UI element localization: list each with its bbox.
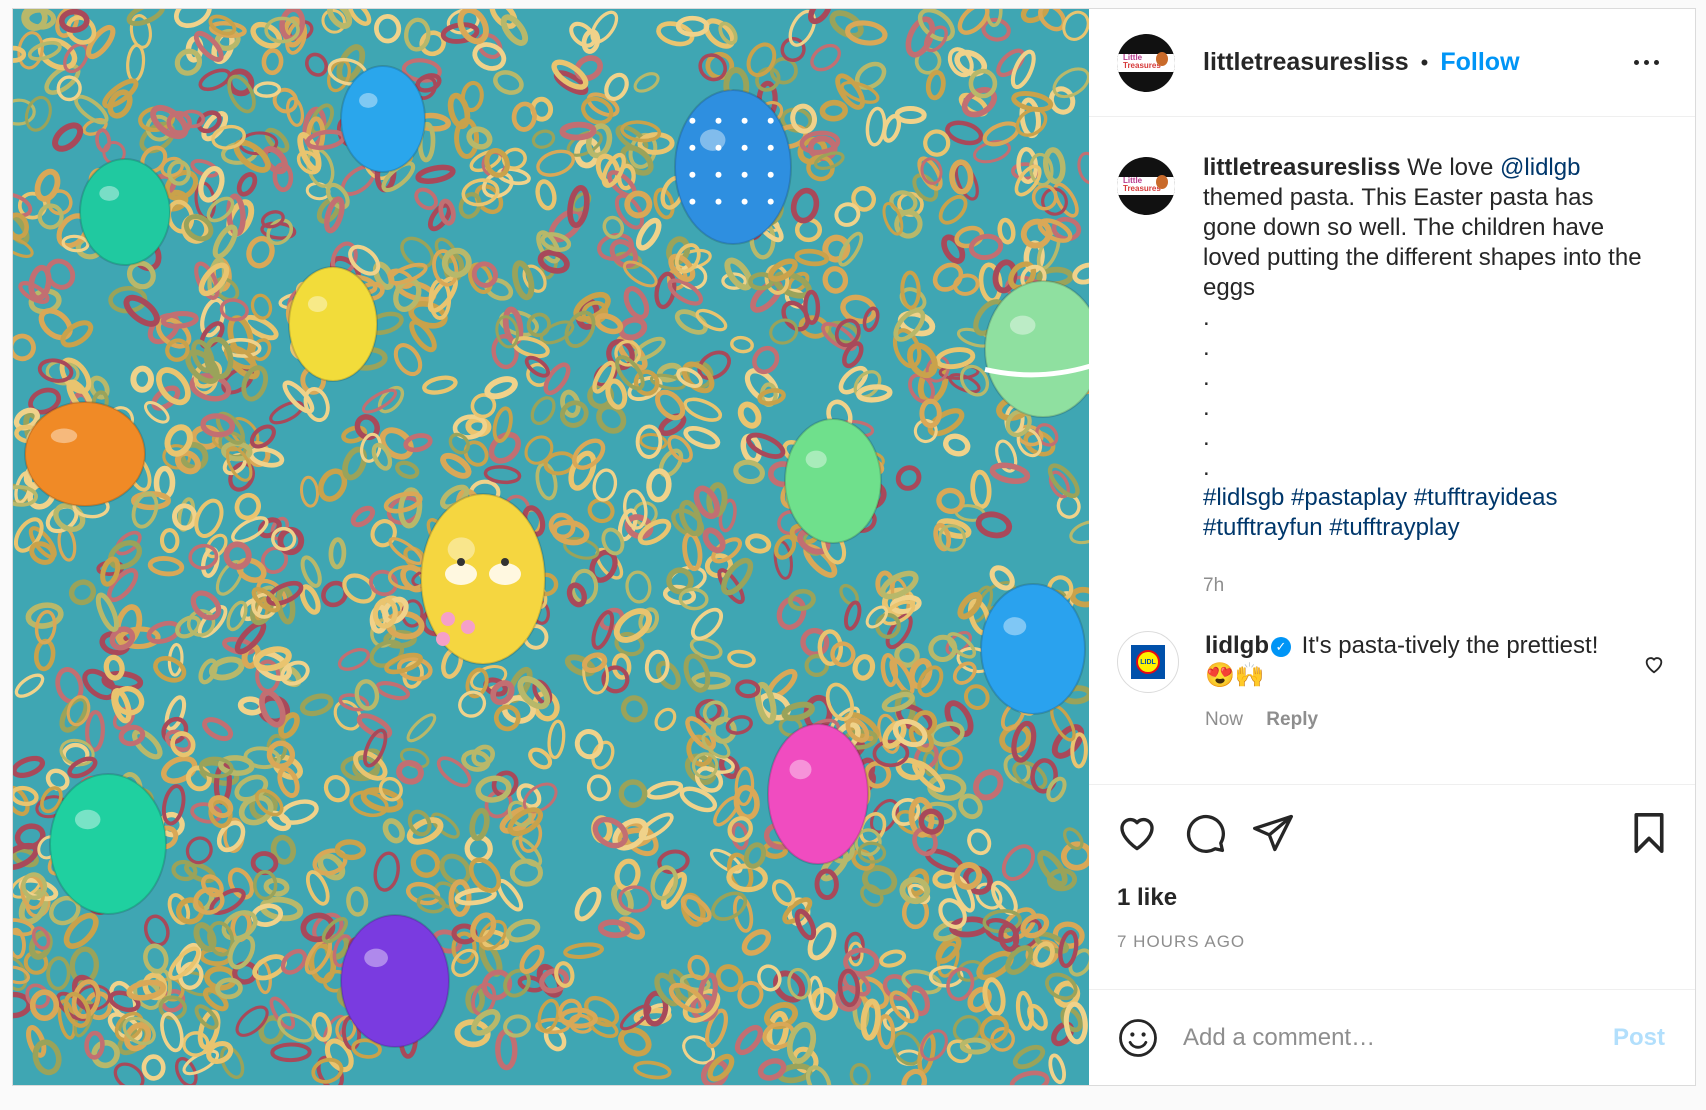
mention-link[interactable]: @lidlgb xyxy=(1500,154,1580,181)
hashtag-link[interactable]: #tufftrayfun xyxy=(1203,514,1323,541)
easter-egg xyxy=(24,401,146,507)
easter-egg xyxy=(49,773,167,915)
comment-body: lidlgb ✓ It's pasta-tively the prettiest!… xyxy=(1205,631,1625,735)
easter-egg xyxy=(340,65,426,173)
caption-meta: 7h xyxy=(1203,571,1643,601)
easter-egg xyxy=(79,158,171,266)
like-count[interactable]: 1 like xyxy=(1089,880,1695,916)
caption-text-1: We love xyxy=(1400,154,1501,181)
hashtags: #lidlsgb #pastaplay #tufftrayideas #tuff… xyxy=(1203,483,1643,543)
bookmark-icon[interactable] xyxy=(1629,811,1669,855)
comment-like-heart-icon[interactable] xyxy=(1643,653,1665,680)
avatar-logo-text-2: Treasures xyxy=(1123,184,1161,193)
hashtag-link[interactable]: #tufftrayideas xyxy=(1414,484,1558,511)
post-comment-button[interactable]: Post xyxy=(1613,1024,1665,1052)
bear-icon xyxy=(1156,51,1168,66)
lidl-logo-icon: LIDL xyxy=(1131,645,1165,679)
caption-time[interactable]: 7h xyxy=(1203,575,1224,596)
easter-egg xyxy=(674,89,792,245)
dot-line: . xyxy=(1203,394,1210,421)
emoji-icon[interactable] xyxy=(1117,1017,1159,1059)
post-header: Little Treasures littletreasuresliss • F… xyxy=(1089,9,1695,117)
commenter-avatar[interactable]: LIDL xyxy=(1117,631,1179,693)
caption-text-2: themed pasta. This Easter pasta has gone… xyxy=(1203,184,1642,301)
share-icon[interactable] xyxy=(1251,811,1295,855)
follow-button[interactable]: Follow xyxy=(1440,48,1519,77)
post-timestamp[interactable]: 7 HOURS AGO xyxy=(1089,932,1695,952)
easter-egg xyxy=(767,723,869,865)
comment-meta: Now Reply xyxy=(1205,705,1625,735)
separator-dot: • xyxy=(1420,49,1429,75)
easter-eggs-pasta-photo xyxy=(13,9,1089,1085)
post-sidebar: Little Treasures littletreasuresliss • F… xyxy=(1089,9,1695,1085)
dot-line: . xyxy=(1203,454,1210,481)
comments-section[interactable]: Little Treasures littletreasuresliss We … xyxy=(1089,117,1695,784)
dot-line: . xyxy=(1203,424,1210,451)
easter-egg xyxy=(980,583,1086,715)
caption: Little Treasures littletreasuresliss We … xyxy=(1117,153,1665,601)
commenter-username[interactable]: lidlgb xyxy=(1205,632,1269,659)
lidl-logo-text: LIDL xyxy=(1136,650,1160,674)
reply-button[interactable]: Reply xyxy=(1266,709,1318,730)
caption-avatar[interactable]: Little Treasures xyxy=(1117,157,1175,215)
add-comment-bar: Post xyxy=(1089,989,1695,1085)
dot-line: . xyxy=(1203,364,1210,391)
post-card: Little Treasures littletreasuresliss • F… xyxy=(12,8,1696,1086)
easter-egg xyxy=(288,266,378,382)
comment-time[interactable]: Now xyxy=(1205,709,1243,730)
easter-egg xyxy=(340,914,450,1048)
caption-dots: . . . . . . xyxy=(1203,303,1643,483)
caption-username[interactable]: littletreasuresliss xyxy=(1203,154,1400,181)
comment-input[interactable] xyxy=(1181,1022,1613,1053)
heart-icon[interactable] xyxy=(1115,811,1159,855)
dot-line: . xyxy=(1203,334,1210,361)
more-options-icon[interactable] xyxy=(1628,54,1665,71)
easter-egg xyxy=(784,418,882,544)
bear-icon xyxy=(1156,175,1168,189)
author-username[interactable]: littletreasuresliss xyxy=(1203,48,1409,77)
hashtag-link[interactable]: #pastaplay xyxy=(1291,484,1407,511)
easter-egg xyxy=(420,493,546,665)
comment-item: LIDL lidlgb ✓ It's pasta-tively the prett… xyxy=(1117,631,1665,735)
comment-icon[interactable] xyxy=(1183,811,1227,855)
verified-icon: ✓ xyxy=(1270,637,1291,657)
author-avatar[interactable]: Little Treasures xyxy=(1117,33,1175,92)
action-bar xyxy=(1089,784,1695,880)
post-image[interactable] xyxy=(13,9,1089,1085)
pasta-pieces xyxy=(13,9,1089,1085)
avatar-logo-text-2: Treasures xyxy=(1123,60,1161,70)
easter-egg xyxy=(984,280,1089,418)
hashtag-link[interactable]: #tufftrayplay xyxy=(1329,514,1459,541)
hashtag-link[interactable]: #lidlsgb xyxy=(1203,484,1284,511)
caption-body: littletreasuresliss We love @lidlgb them… xyxy=(1203,153,1643,601)
dot-line: . xyxy=(1203,304,1210,331)
